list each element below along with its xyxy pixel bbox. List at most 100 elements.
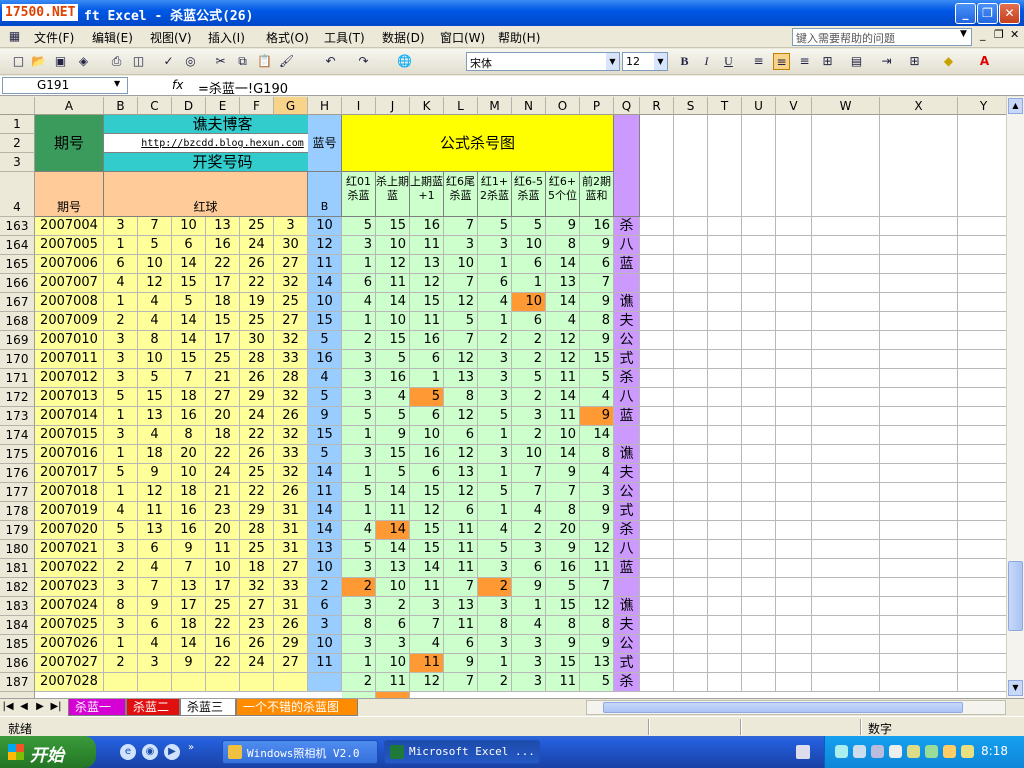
column-header[interactable]: C xyxy=(138,97,172,115)
kill-value-cell[interactable]: 1 xyxy=(478,255,512,274)
empty-cell[interactable] xyxy=(640,578,674,597)
kill-value-cell[interactable]: 1 xyxy=(512,597,546,616)
kill-value-cell[interactable]: 4 xyxy=(580,388,614,407)
kill-value-cell[interactable]: 1 xyxy=(478,464,512,483)
red-ball-cell[interactable] xyxy=(104,673,138,692)
align-center-icon[interactable]: ≡ xyxy=(773,53,790,70)
underline-icon[interactable]: U xyxy=(720,53,737,70)
empty-cell[interactable] xyxy=(812,445,880,464)
empty-cell[interactable] xyxy=(674,578,708,597)
red-ball-cell[interactable]: 4 xyxy=(138,426,172,445)
period-cell[interactable]: 2007021 xyxy=(35,540,104,559)
period-cell[interactable]: 2007004 xyxy=(35,217,104,236)
column-header[interactable]: Y xyxy=(958,97,1006,115)
empty-cell[interactable] xyxy=(880,673,958,692)
red-ball-cell[interactable]: 31 xyxy=(274,540,308,559)
kill-value-cell[interactable]: 10 xyxy=(410,426,444,445)
kill-value-cell[interactable]: 4 xyxy=(342,293,376,312)
empty-cell[interactable] xyxy=(674,464,708,483)
empty-cell[interactable] xyxy=(958,635,1006,654)
empty-cell[interactable] xyxy=(880,236,958,255)
empty-cell[interactable] xyxy=(708,407,742,426)
kill-value-cell[interactable]: 9 xyxy=(580,635,614,654)
red-ball-cell[interactable]: 32 xyxy=(274,331,308,350)
red-ball-cell[interactable]: 5 xyxy=(104,464,138,483)
kill-value-cell[interactable]: 12 xyxy=(444,483,478,502)
kill-value-cell[interactable]: 9 xyxy=(580,293,614,312)
kill-value-cell[interactable]: 12 xyxy=(444,407,478,426)
row-header[interactable]: 164 xyxy=(0,236,35,255)
empty-cell[interactable] xyxy=(880,578,958,597)
empty-cell[interactable] xyxy=(742,236,776,255)
empty-cell[interactable] xyxy=(708,369,742,388)
empty-cell[interactable] xyxy=(812,635,880,654)
empty-cell[interactable] xyxy=(958,464,1006,483)
red-ball-cell[interactable]: 25 xyxy=(240,540,274,559)
kill-value-cell[interactable]: 3 xyxy=(342,445,376,464)
kill-value-cell[interactable]: 5 xyxy=(376,350,410,369)
red-ball-cell[interactable]: 22 xyxy=(240,426,274,445)
kill-value-cell[interactable]: 9 xyxy=(580,407,614,426)
empty-cell[interactable] xyxy=(742,369,776,388)
empty-cell[interactable] xyxy=(708,464,742,483)
empty-cell[interactable] xyxy=(708,217,742,236)
row-header[interactable]: 173 xyxy=(0,407,35,426)
sheet-tab[interactable]: 一个不错的杀蓝图 xyxy=(236,699,358,716)
red-ball-cell[interactable]: 3 xyxy=(104,350,138,369)
red-ball-cell[interactable]: 15 xyxy=(206,312,240,331)
blue-ball-cell[interactable]: 12 xyxy=(308,236,342,255)
kill-value-cell[interactable]: 10 xyxy=(512,445,546,464)
red-ball-cell[interactable]: 27 xyxy=(274,255,308,274)
menu-item[interactable]: 帮助(H) xyxy=(498,29,540,46)
red-ball-cell[interactable]: 27 xyxy=(274,654,308,673)
minimize-button[interactable]: _ xyxy=(955,3,976,24)
kill-value-cell[interactable]: 8 xyxy=(580,616,614,635)
empty-cell[interactable] xyxy=(880,312,958,331)
kill-value-cell[interactable]: 6 xyxy=(342,274,376,293)
kill-value-cell[interactable]: 7 xyxy=(444,673,478,692)
column-header[interactable]: L xyxy=(444,97,478,115)
empty-cell[interactable] xyxy=(640,540,674,559)
kill-value-cell[interactable]: 14 xyxy=(376,483,410,502)
doc-minimize-icon[interactable]: _ xyxy=(980,28,986,41)
empty-cell[interactable] xyxy=(674,654,708,673)
blue-ball-cell[interactable]: 6 xyxy=(308,597,342,616)
empty-cell[interactable] xyxy=(674,540,708,559)
menu-item[interactable]: 编辑(E) xyxy=(92,29,133,46)
kill-value-cell[interactable]: 16 xyxy=(580,217,614,236)
empty-cell[interactable] xyxy=(812,426,880,445)
kill-value-cell[interactable]: 15 xyxy=(410,293,444,312)
kill-value-cell[interactable]: 3 xyxy=(410,597,444,616)
empty-cell[interactable] xyxy=(958,217,1006,236)
red-ball-cell[interactable]: 8 xyxy=(172,426,206,445)
empty-cell[interactable] xyxy=(742,616,776,635)
red-ball-cell[interactable]: 4 xyxy=(138,635,172,654)
task-camera[interactable]: Windows照相机 V2.0 xyxy=(222,740,378,764)
column-header[interactable]: T xyxy=(708,97,742,115)
red-ball-cell[interactable]: 22 xyxy=(206,616,240,635)
red-ball-cell[interactable]: 11 xyxy=(206,540,240,559)
empty-cell[interactable] xyxy=(776,635,812,654)
kill-value-cell[interactable]: 1 xyxy=(478,502,512,521)
help-dropdown-icon[interactable]: ▼ xyxy=(960,29,967,39)
kill-value-cell[interactable]: 5 xyxy=(342,407,376,426)
red-ball-cell[interactable]: 31 xyxy=(274,502,308,521)
row-header[interactable]: 169 xyxy=(0,331,35,350)
empty-cell[interactable] xyxy=(958,445,1006,464)
empty-cell[interactable] xyxy=(640,426,674,445)
empty-cell[interactable] xyxy=(812,312,880,331)
kill-value-cell[interactable]: 6 xyxy=(410,464,444,483)
empty-cell[interactable] xyxy=(776,274,812,293)
kill-value-cell[interactable]: 14 xyxy=(546,388,580,407)
empty-cell[interactable] xyxy=(776,540,812,559)
kill-value-cell[interactable]: 12 xyxy=(410,274,444,293)
format-painter-icon[interactable]: 🖌 xyxy=(278,53,295,70)
red-ball-cell[interactable]: 5 xyxy=(172,293,206,312)
empty-cell[interactable] xyxy=(674,312,708,331)
red-ball-cell[interactable]: 26 xyxy=(240,369,274,388)
red-ball-cell[interactable]: 24 xyxy=(240,236,274,255)
empty-cell[interactable] xyxy=(708,445,742,464)
kill-value-cell[interactable]: 11 xyxy=(444,616,478,635)
font-name-select[interactable]: 宋体 ▼ xyxy=(466,52,620,71)
red-ball-cell[interactable]: 20 xyxy=(206,521,240,540)
